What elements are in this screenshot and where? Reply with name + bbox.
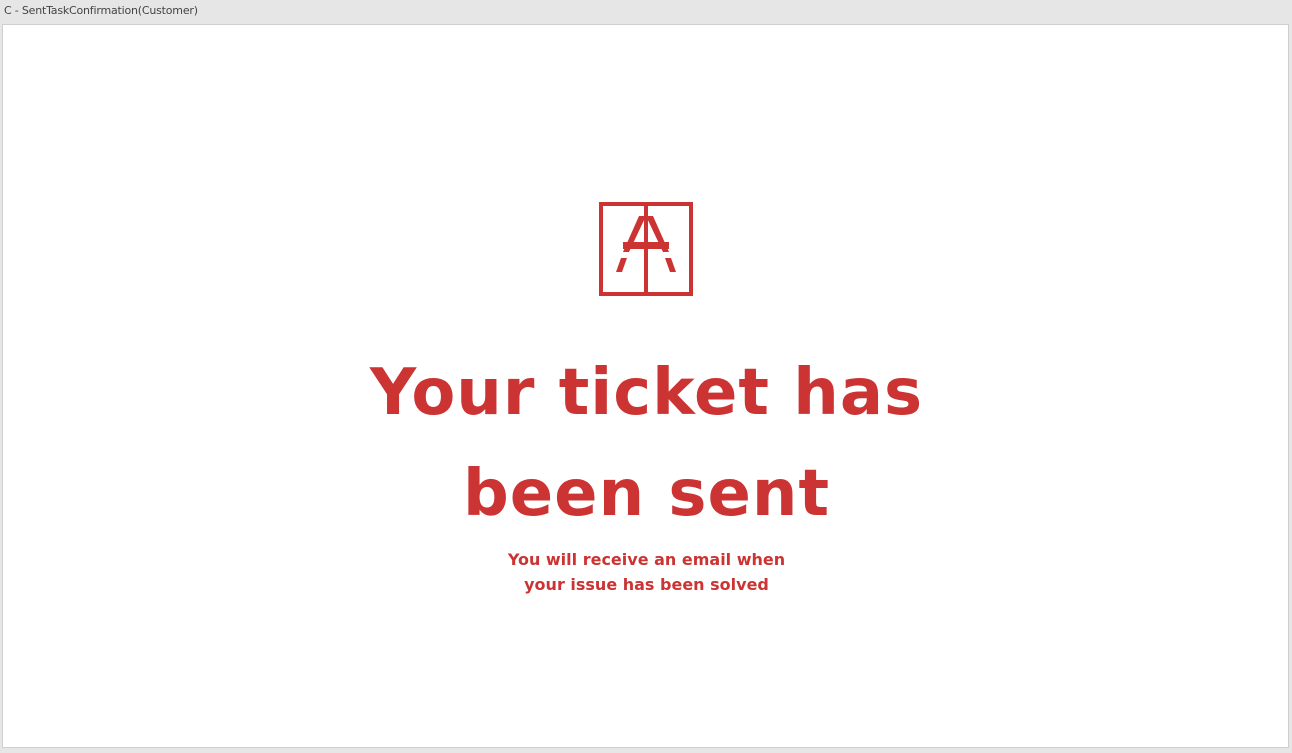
headline-line-1: Your ticket has	[369, 356, 924, 430]
confirmation-message: You will receive an email when your issu…	[3, 547, 1290, 597]
message-line-2: your issue has been solved	[524, 575, 769, 594]
confirmation-headline: Your ticket has been sent	[3, 343, 1290, 545]
screen-canvas: Your ticket has been sent You will recei…	[2, 24, 1289, 748]
message-line-1: You will receive an email when	[507, 550, 786, 569]
company-logo-icon	[599, 202, 693, 296]
window-titlebar: C - SentTaskConfirmation(Customer)	[0, 0, 1292, 24]
window-title: C - SentTaskConfirmation(Customer)	[4, 4, 198, 17]
headline-line-2: been sent	[462, 457, 831, 531]
